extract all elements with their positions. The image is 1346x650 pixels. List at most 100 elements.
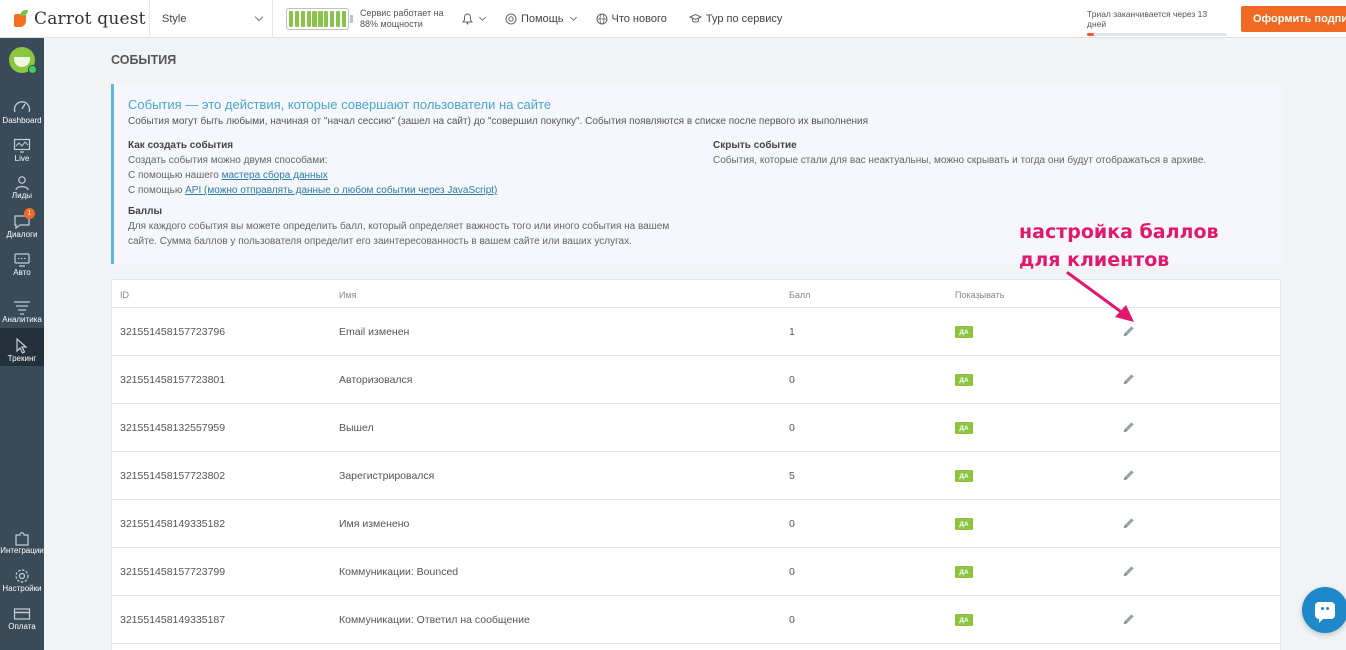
how-to-create-title: Как создать события — [128, 140, 234, 151]
event-id: 321551458132557959 — [120, 422, 226, 434]
table-row[interactable]: 321551458149335182 Имя изменено 0 ДА — [112, 500, 1280, 548]
event-score: 0 — [789, 374, 795, 386]
sidebar-label: Лиды — [11, 191, 33, 200]
capacity-battery-icon — [286, 7, 353, 30]
event-score: 0 — [789, 518, 795, 530]
event-score: 0 — [789, 566, 795, 578]
chevron-down-icon — [569, 13, 577, 21]
info-intro: События могут быть любыми, начиная от "н… — [128, 116, 869, 127]
sidebar-label: Аналитика — [2, 315, 42, 324]
trial-indicator: Триал заканчивается через 13 дней — [1087, 9, 1227, 36]
online-status-dot — [28, 65, 37, 74]
events-table: ID Имя Балл Показывать 3215514581577237​… — [111, 279, 1281, 650]
show-yes-badge[interactable]: ДА — [955, 566, 973, 578]
trial-progress-bar — [1087, 33, 1227, 36]
sidebar-item-analytics[interactable]: Аналитика — [0, 289, 44, 327]
header-show: Показывать — [955, 290, 1005, 300]
chevron-down-icon — [254, 12, 264, 22]
puzzle-icon — [15, 532, 29, 546]
score-line2: сайте. Сумма баллов у пользователя опред… — [128, 236, 632, 247]
monitor-icon — [13, 138, 31, 153]
battery-cell — [335, 10, 341, 27]
api-link[interactable]: API (можно отправлять данные о любом соб… — [185, 185, 497, 196]
table-body: 3215514581577237​96 Email изменен 1 ДА 32155… — [112, 308, 1280, 644]
score-section: Баллы Для каждого события вы можете опре… — [128, 204, 669, 249]
hide-event-section: Скрыть событие События, которые стали дл… — [713, 138, 1206, 168]
auto-message-icon — [14, 253, 30, 267]
table-row[interactable]: 321551458132557959 Вышел 0 ДА — [112, 404, 1280, 452]
event-name: Имя изменено — [339, 518, 410, 530]
table-row[interactable]: 321551458157723799 Коммуникации: Bounced 0… — [112, 548, 1280, 596]
sidebar-item-settings[interactable]: Настройки — [0, 558, 44, 596]
event-id: 321551458157723802 — [120, 470, 226, 482]
logo[interactable]: Carrot quest — [0, 0, 150, 38]
edit-pencil-icon[interactable] — [1122, 468, 1136, 482]
annotation-text: настройка баллов для клиентов — [1019, 218, 1219, 274]
sidebar-item-tracking[interactable]: Трекинг — [0, 328, 44, 366]
annotation-arrow-icon — [1066, 271, 1134, 322]
info-heading: События — это действия, которые совершаю… — [128, 97, 552, 112]
whats-new-link[interactable]: Что нового — [596, 13, 667, 25]
event-name: Коммуникации: Ответил на сообщение — [339, 614, 530, 626]
table-row[interactable]: 321551458149335187 Коммуникации: Ответил … — [112, 596, 1280, 644]
sidebar-item-dialogs[interactable]: Диалоги 1 — [0, 204, 44, 242]
event-name: Зарегистрировался — [339, 470, 435, 482]
edit-pencil-icon[interactable] — [1122, 612, 1136, 626]
edit-pencil-icon[interactable] — [1122, 420, 1136, 434]
how-to-create-section: Как создать события Создать события можн… — [128, 138, 497, 198]
credit-card-icon — [13, 608, 31, 620]
event-id: 3215514581577237​96 — [120, 326, 226, 338]
service-status-text: Сервис работает на 88% мощности — [360, 7, 444, 29]
help-label: Помощь — [521, 12, 564, 25]
hide-event-text: События, которые стали для вас неактуаль… — [713, 155, 1207, 166]
sidebar-label: Оплата — [8, 622, 36, 631]
header-id: ID — [120, 290, 129, 300]
sidebar-item-leads[interactable]: Лиды — [0, 165, 44, 203]
sidebar-label: Авто — [13, 268, 31, 277]
data-wizard-link[interactable]: мастера сбора данных — [222, 170, 328, 181]
show-yes-badge[interactable]: ДА — [955, 470, 973, 482]
graduation-cap-icon — [688, 13, 702, 23]
sidebar-item-billing[interactable]: Оплата — [0, 596, 44, 634]
table-row[interactable]: 321551458157723801 Авторизовался 0 ДА — [112, 356, 1280, 404]
show-yes-badge[interactable]: ДА — [955, 518, 973, 530]
edit-pencil-icon[interactable] — [1122, 372, 1136, 386]
sidebar-item-dashboard[interactable]: Dashboard — [0, 90, 44, 128]
sidebar-item-integrations[interactable]: Интеграции — [0, 520, 44, 558]
sidebar: Dashboard Live Лиды Диалоги 1 Авто Анали… — [0, 38, 44, 650]
logo-text: Carrot quest — [34, 8, 146, 29]
edit-pencil-icon[interactable] — [1122, 516, 1136, 530]
battery-cell — [329, 10, 335, 27]
sidebar-label: Dashboard — [2, 116, 42, 125]
table-row[interactable]: 321551458157723802 Зарегистрировался 5 ДА — [112, 452, 1280, 500]
sidebar-item-live[interactable]: Live — [0, 128, 44, 166]
bell-icon — [462, 12, 473, 24]
help-menu[interactable]: Помощь — [505, 12, 577, 25]
notifications-button[interactable] — [462, 12, 487, 25]
service-tour-label: Тур по сервису — [705, 12, 783, 25]
show-yes-badge[interactable]: ДА — [955, 422, 973, 434]
sidebar-item-auto[interactable]: Авто — [0, 242, 44, 280]
event-id: 321551458157723801 — [120, 374, 226, 386]
whats-new-label: Что нового — [611, 12, 667, 25]
event-score: 1 — [789, 326, 795, 338]
event-score: 0 — [789, 614, 795, 626]
header-score: Балл — [789, 290, 811, 300]
sidebar-label: Live — [14, 154, 30, 163]
battery-cell — [324, 10, 329, 27]
site-select-value: Style — [162, 12, 187, 25]
user-icon — [15, 176, 29, 191]
sidebar-label: Интеграции — [0, 546, 44, 555]
show-yes-badge[interactable]: ДА — [955, 326, 973, 338]
trial-progress-fill — [1087, 33, 1094, 36]
show-yes-badge[interactable]: ДА — [955, 374, 973, 386]
battery-cell — [306, 10, 311, 27]
subscribe-button[interactable]: Оформить подписку — [1241, 6, 1346, 32]
edit-pencil-icon[interactable] — [1122, 564, 1136, 578]
site-select[interactable]: Style — [150, 0, 273, 38]
chat-widget-button[interactable] — [1302, 587, 1346, 633]
service-tour-link[interactable]: Тур по сервису — [688, 12, 783, 25]
funnel-icon — [14, 301, 30, 315]
avatar[interactable] — [9, 47, 37, 74]
show-yes-badge[interactable]: ДА — [955, 614, 973, 626]
